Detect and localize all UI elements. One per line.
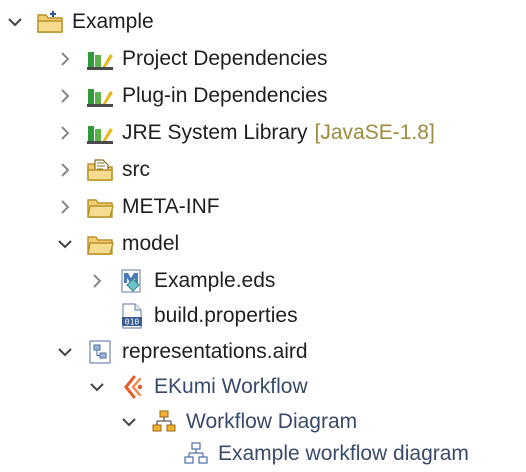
tree-item-label: model	[122, 232, 180, 255]
tree-item-label: Workflow Diagram	[186, 410, 358, 433]
tree-item-ekumi-workflow[interactable]: EKumi Workflow	[86, 369, 308, 405]
tree-item-label: EKumi Workflow	[154, 375, 308, 398]
tree-item-label: Project Dependencies	[122, 47, 328, 70]
collapse-chevron-icon[interactable]	[54, 152, 76, 188]
tree-item-label: Plug-in Dependencies	[122, 84, 328, 107]
tree-item-example-workflow-diagram[interactable]: Example workflow diagram	[150, 436, 469, 472]
expand-chevron-icon[interactable]	[54, 334, 76, 370]
tree-item-label: build.properties	[154, 304, 298, 327]
tree-item-jre-system-library[interactable]: JRE System Library [JavaSE-1.8]	[54, 115, 435, 151]
library-icon	[86, 82, 114, 110]
tree-item-label: Example	[72, 10, 154, 33]
expand-chevron-icon[interactable]	[4, 4, 26, 40]
tree-item-example-eds[interactable]: Example.eds	[86, 263, 275, 299]
jre-version-decoration: [JavaSE-1.8]	[314, 121, 435, 144]
library-icon	[86, 45, 114, 73]
collapse-chevron-icon[interactable]	[54, 78, 76, 114]
svg-text:010: 010	[125, 318, 140, 327]
tree-item-project-dependencies[interactable]: Project Dependencies	[54, 41, 327, 77]
project-folder-icon	[36, 8, 64, 36]
tree-item-label: representations.aird	[122, 340, 308, 363]
expand-chevron-icon[interactable]	[86, 369, 108, 405]
properties-file-icon: 010	[118, 302, 146, 330]
library-icon	[86, 119, 114, 147]
folder-icon	[86, 230, 114, 258]
tree-item-example[interactable]: Example	[4, 4, 154, 40]
expand-chevron-icon[interactable]	[54, 226, 76, 262]
tree-item-workflow-diagram[interactable]: Workflow Diagram	[118, 404, 357, 440]
tree-item-label: JRE System Library	[122, 121, 308, 144]
project-explorer-tree: Example Project Dependencies Plug-in Dep…	[0, 0, 526, 470]
folder-icon	[86, 193, 114, 221]
diagram-icon	[182, 440, 210, 468]
aird-file-icon	[86, 338, 114, 366]
tree-item-label: src	[122, 158, 150, 181]
tree-item-build-properties[interactable]: 010 build.properties	[86, 298, 298, 334]
ecore-model-icon	[118, 267, 146, 295]
tree-item-model[interactable]: model	[54, 226, 179, 262]
tree-item-plugin-dependencies[interactable]: Plug-in Dependencies	[54, 78, 327, 114]
diagram-type-icon	[150, 408, 178, 436]
tree-item-label: Example.eds	[154, 269, 276, 292]
collapse-chevron-icon[interactable]	[54, 189, 76, 225]
tree-item-label: META-INF	[122, 195, 220, 218]
collapse-chevron-icon[interactable]	[54, 41, 76, 77]
viewpoint-icon	[118, 373, 146, 401]
tree-item-representations-aird[interactable]: representations.aird	[54, 334, 308, 370]
expand-chevron-icon[interactable]	[118, 404, 140, 440]
collapse-chevron-icon[interactable]	[86, 263, 108, 299]
collapse-chevron-icon[interactable]	[54, 115, 76, 151]
source-folder-icon	[86, 156, 114, 184]
tree-item-meta-inf[interactable]: META-INF	[54, 189, 220, 225]
tree-item-src[interactable]: src	[54, 152, 150, 188]
tree-item-label: Example workflow diagram	[218, 442, 469, 465]
